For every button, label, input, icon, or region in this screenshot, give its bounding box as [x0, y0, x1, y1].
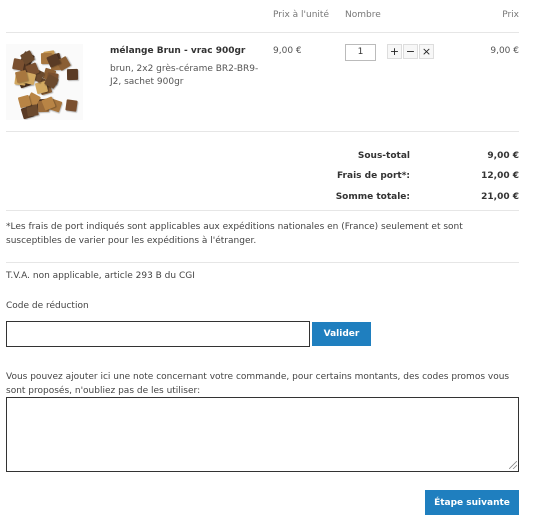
discount-code-input[interactable] — [6, 321, 310, 347]
increase-quantity-button[interactable]: + — [387, 44, 402, 59]
quantity-input[interactable]: 1 — [345, 44, 376, 61]
vat-note: T.V.A. non applicable, article 293 B du … — [6, 271, 195, 281]
comment-label: Vous pouvez ajouter ici une note concern… — [6, 372, 510, 396]
mosaic-tile — [65, 99, 78, 112]
product-image[interactable] — [6, 44, 83, 120]
column-header-price: Prix — [502, 10, 519, 20]
total-value: 21,00 € — [481, 192, 519, 202]
subtotal-value: 9,00 € — [487, 151, 519, 161]
remove-item-button[interactable]: × — [419, 44, 434, 59]
column-header-unit-price: Prix à l'unité — [273, 10, 329, 20]
total-label: Somme totale: — [335, 192, 410, 202]
divider — [6, 210, 519, 211]
subtotal-label: Sous-total — [357, 151, 410, 161]
minus-icon: − — [405, 45, 416, 58]
divider — [6, 32, 519, 33]
line-price: 9,00 € — [490, 46, 519, 56]
shipping-label: Frais de port*: — [336, 171, 410, 181]
shipping-note: *Les frais de port indiqués sont applica… — [6, 222, 463, 246]
divider — [6, 262, 519, 263]
divider — [6, 131, 519, 132]
shipping-value: 12,00 € — [481, 171, 519, 181]
close-icon: × — [421, 45, 432, 58]
column-header-quantity: Nombre — [345, 10, 381, 20]
product-name[interactable]: mélange Brun - vrac 900gr — [110, 46, 245, 56]
next-step-button[interactable]: Étape suivante — [425, 490, 519, 515]
resize-grip-icon[interactable] — [509, 461, 517, 469]
discount-label: Code de réduction — [6, 301, 89, 311]
mosaic-tile — [14, 69, 28, 83]
decrease-quantity-button[interactable]: − — [403, 44, 418, 59]
plus-icon: + — [389, 45, 400, 58]
mosaic-tile — [67, 68, 79, 80]
order-note-textarea[interactable] — [6, 397, 519, 472]
validate-discount-button[interactable]: Valider — [312, 322, 371, 346]
product-description: brun, 2x2 grès-cérame BR2-BR9-J2, sachet… — [110, 64, 259, 87]
unit-price: 9,00 € — [273, 46, 302, 56]
